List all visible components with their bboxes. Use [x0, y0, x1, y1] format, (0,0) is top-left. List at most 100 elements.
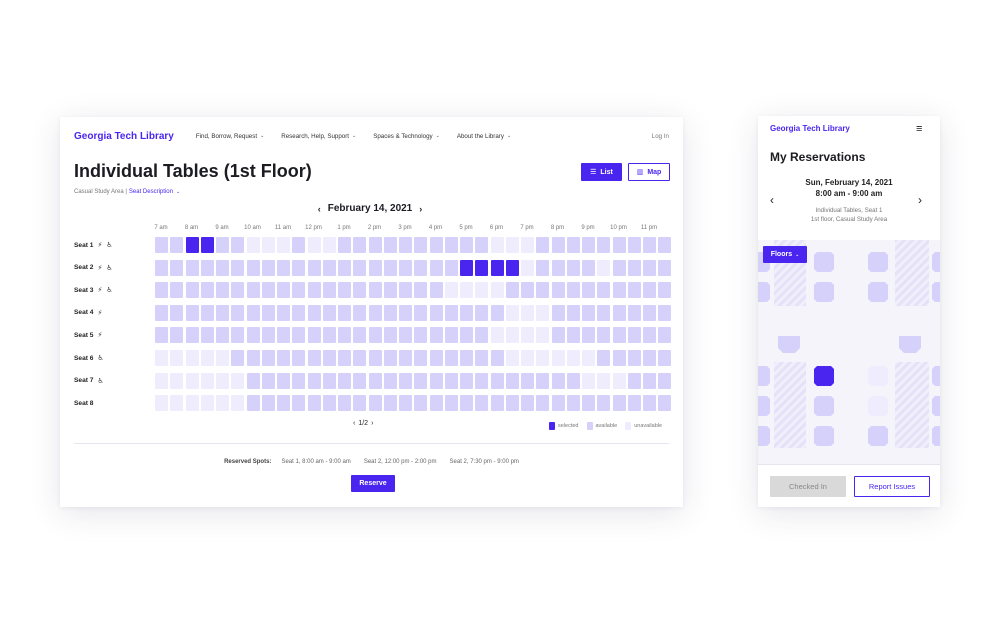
time-slot[interactable]: [338, 237, 351, 253]
time-slot[interactable]: [414, 237, 428, 253]
time-slot[interactable]: [444, 372, 458, 389]
time-slot[interactable]: [231, 259, 245, 276]
time-slot[interactable]: [307, 327, 321, 344]
time-slot[interactable]: [399, 327, 412, 344]
time-slot[interactable]: [353, 237, 367, 253]
time-slot[interactable]: [582, 327, 595, 344]
time-slot[interactable]: [582, 304, 595, 321]
time-slot[interactable]: [292, 304, 306, 321]
report-issues-button[interactable]: Report Issues: [854, 476, 930, 497]
time-slot[interactable]: [582, 259, 595, 276]
time-slot[interactable]: [597, 395, 611, 412]
time-slot[interactable]: [277, 327, 290, 344]
map-seat[interactable]: [814, 252, 834, 272]
time-slot[interactable]: [444, 350, 458, 366]
map-seat[interactable]: [932, 396, 940, 416]
time-slot[interactable]: [643, 395, 656, 412]
time-slot[interactable]: [353, 282, 367, 299]
time-slot[interactable]: [277, 395, 290, 412]
time-slot[interactable]: [490, 372, 504, 389]
time-slot[interactable]: [612, 282, 626, 299]
time-slot[interactable]: [429, 237, 443, 253]
time-slot[interactable]: [231, 350, 245, 366]
list-view-button[interactable]: ☰ List: [581, 163, 622, 181]
time-slot[interactable]: [566, 237, 580, 253]
time-slot[interactable]: [246, 304, 260, 321]
time-slot[interactable]: [566, 282, 580, 299]
time-slot[interactable]: [261, 282, 275, 299]
time-slot[interactable]: [597, 350, 611, 366]
time-slot[interactable]: [216, 282, 229, 299]
time-slot[interactable]: [307, 282, 321, 299]
time-slot[interactable]: [246, 372, 260, 389]
time-slot[interactable]: [597, 304, 611, 321]
time-slot[interactable]: [414, 327, 428, 344]
time-slot[interactable]: [200, 304, 214, 321]
time-slot[interactable]: [399, 304, 412, 321]
time-slot[interactable]: [460, 350, 473, 366]
time-slot[interactable]: [612, 327, 626, 344]
time-slot[interactable]: [261, 304, 275, 321]
time-slot[interactable]: [505, 282, 519, 299]
time-slot[interactable]: [216, 259, 229, 276]
map-seat[interactable]: [814, 426, 834, 446]
time-slot[interactable]: [383, 304, 397, 321]
time-slot[interactable]: [597, 327, 611, 344]
time-slot[interactable]: [292, 395, 306, 412]
time-slot[interactable]: [414, 350, 428, 366]
time-slot[interactable]: [490, 350, 504, 366]
map-seat[interactable]: [932, 366, 940, 386]
next-date-button[interactable]: ›: [419, 204, 422, 214]
time-slot[interactable]: [658, 372, 672, 389]
time-slot[interactable]: [612, 304, 626, 321]
time-slot[interactable]: [368, 372, 382, 389]
time-slot[interactable]: [551, 282, 565, 299]
time-slot[interactable]: [475, 304, 489, 321]
time-slot[interactable]: [353, 372, 367, 389]
time-slot[interactable]: [383, 350, 397, 366]
login-link[interactable]: Log In: [652, 133, 669, 140]
time-slot[interactable]: [277, 372, 290, 389]
time-slot[interactable]: [292, 237, 306, 253]
time-slot[interactable]: [566, 395, 580, 412]
time-slot[interactable]: [612, 395, 626, 412]
time-slot[interactable]: [414, 259, 428, 276]
time-slot[interactable]: [368, 395, 382, 412]
time-slot[interactable]: [261, 395, 275, 412]
time-slot[interactable]: [261, 327, 275, 344]
time-slot[interactable]: [399, 282, 412, 299]
time-slot[interactable]: [643, 259, 656, 276]
time-slot[interactable]: [460, 372, 473, 389]
time-slot[interactable]: [490, 259, 504, 276]
time-slot[interactable]: [521, 395, 534, 412]
time-slot[interactable]: [399, 350, 412, 366]
time-slot[interactable]: [490, 304, 504, 321]
time-slot[interactable]: [322, 259, 336, 276]
seat-description-link[interactable]: Seat Description: [129, 189, 173, 195]
time-slot[interactable]: [353, 350, 367, 366]
nav-about-library[interactable]: About the Library ⌄: [457, 133, 511, 140]
time-slot[interactable]: [643, 282, 656, 299]
time-slot[interactable]: [536, 259, 550, 276]
time-slot[interactable]: [170, 327, 184, 344]
time-slot[interactable]: [292, 350, 306, 366]
time-slot[interactable]: [658, 304, 672, 321]
time-slot[interactable]: [566, 304, 580, 321]
time-slot[interactable]: [353, 327, 367, 344]
time-slot[interactable]: [368, 282, 382, 299]
time-slot[interactable]: [277, 350, 290, 366]
time-slot[interactable]: [627, 259, 641, 276]
map-seat[interactable]: [868, 282, 888, 302]
time-slot[interactable]: [338, 327, 351, 344]
time-slot[interactable]: [307, 304, 321, 321]
time-slot[interactable]: [277, 304, 290, 321]
map-seat[interactable]: [758, 396, 770, 416]
time-slot[interactable]: [216, 304, 229, 321]
time-slot[interactable]: [597, 237, 611, 253]
time-slot[interactable]: [505, 372, 519, 389]
time-slot[interactable]: [338, 395, 351, 412]
time-slot[interactable]: [582, 237, 595, 253]
time-slot[interactable]: [551, 327, 565, 344]
time-slot[interactable]: [643, 327, 656, 344]
map-seat[interactable]: [932, 252, 940, 272]
